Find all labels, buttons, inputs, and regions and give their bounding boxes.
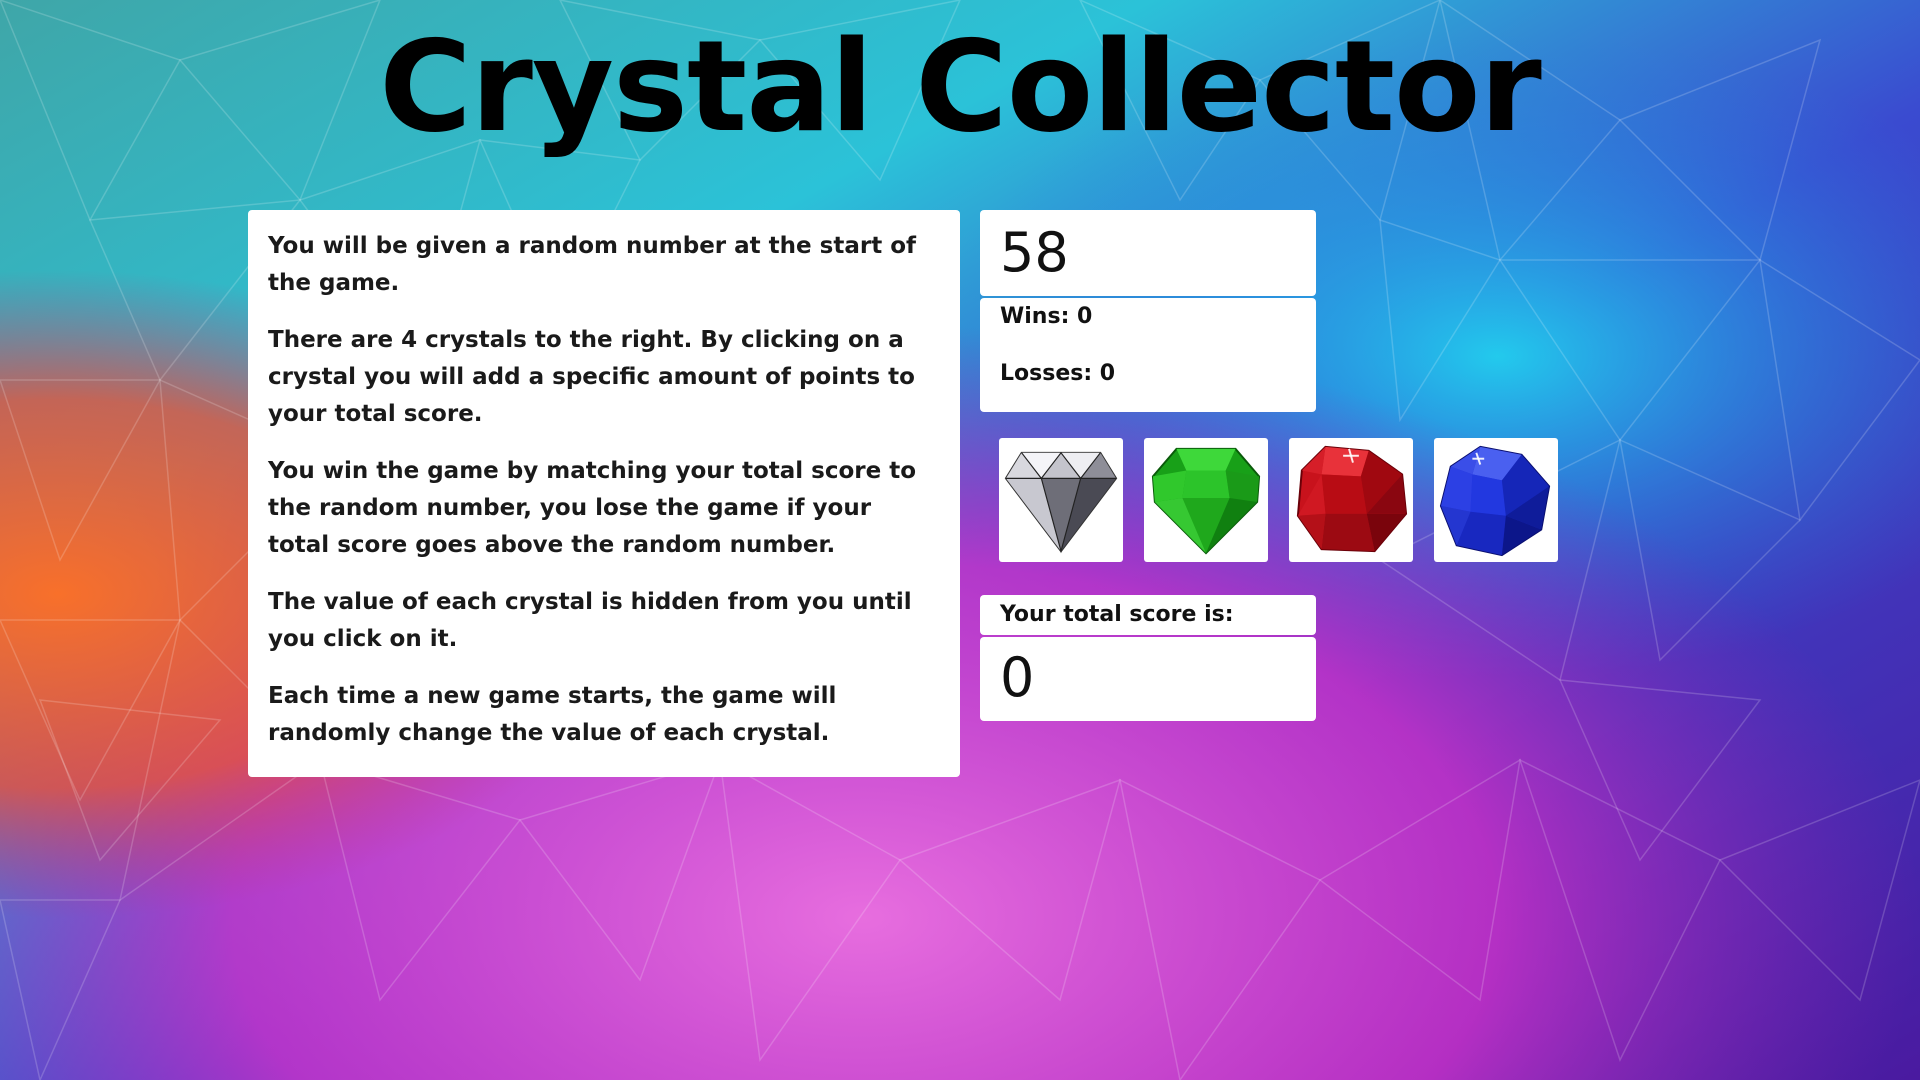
ruby-icon: [1296, 445, 1408, 553]
crystal-button-emerald[interactable]: [1144, 438, 1268, 562]
total-score-label: Your total score is:: [1000, 602, 1234, 627]
crystal-button-sapphire[interactable]: [1434, 438, 1558, 562]
diamond-icon: [1004, 451, 1118, 554]
instructions-panel: You will be given a random number at the…: [248, 210, 960, 777]
instruction-paragraph: The value of each crystal is hidden from…: [268, 589, 912, 652]
instruction-paragraph: Each time a new game starts, the game wi…: [268, 683, 837, 746]
losses-counter: Losses: 0: [1000, 361, 1116, 386]
instruction-paragraph: There are 4 crystals to the right. By cl…: [268, 327, 915, 427]
target-number: 58: [1000, 221, 1069, 284]
total-score-value: 0: [1000, 646, 1035, 709]
stats-box: Wins: 0 Losses: 0: [980, 298, 1316, 412]
wins-counter: Wins: 0: [1000, 304, 1093, 329]
target-number-box: 58: [980, 210, 1316, 296]
instruction-paragraph: You will be given a random number at the…: [268, 233, 917, 296]
total-score-label-box: Your total score is:: [980, 595, 1316, 635]
emerald-icon: [1151, 447, 1261, 555]
instruction-paragraph: You win the game by matching your total …: [268, 458, 917, 558]
crystal-button-ruby[interactable]: [1289, 438, 1413, 562]
sapphire-icon: [1439, 445, 1551, 557]
page-title: Crystal Collector: [379, 13, 1542, 160]
crystal-button-diamond[interactable]: [999, 438, 1123, 562]
total-score-box: 0: [980, 637, 1316, 721]
